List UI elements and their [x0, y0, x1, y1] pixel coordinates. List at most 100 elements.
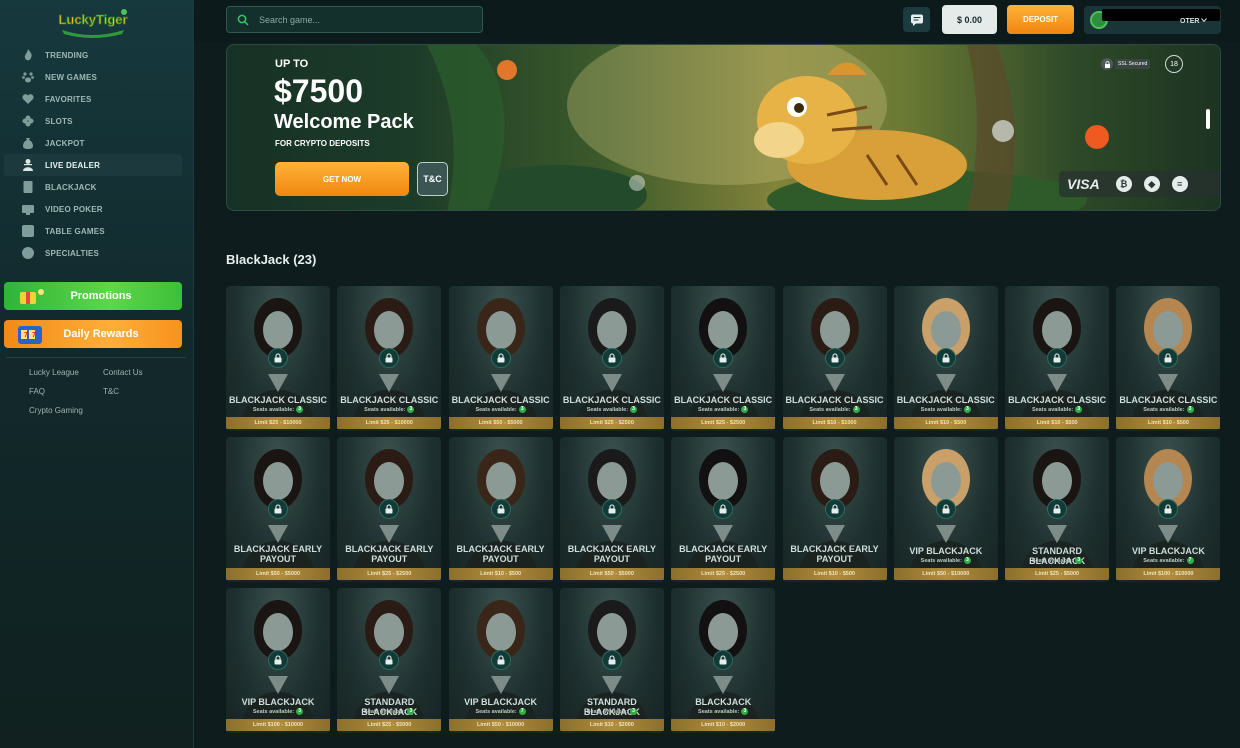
seats-label: Seats available:: [475, 406, 517, 413]
bet-limit: Limit $10 - $2000: [671, 719, 776, 731]
video-poker-icon: [20, 201, 36, 217]
game-card[interactable]: BLACKJACK CLASSIC Seats available: 3 Limit …: [671, 286, 776, 431]
game-card[interactable]: STANDARD BLACKJACK Seats available: 3 Limit…: [1005, 437, 1110, 582]
seats-label: Seats available:: [586, 708, 629, 715]
lock-icon: [268, 499, 288, 519]
playing-card-icon: [20, 179, 36, 195]
banner-scroll-indicator[interactable]: [1206, 109, 1210, 129]
game-card[interactable]: VIP BLACKJACK Seats available: 3 Limit $50 …: [893, 437, 998, 582]
promotions-label: Promotions: [70, 290, 132, 302]
gift-icon: [20, 289, 44, 304]
seats-label: Seats available:: [698, 708, 740, 715]
daily-rewards-button[interactable]: 7 7 Daily Rewards: [4, 320, 182, 348]
search-input[interactable]: [259, 14, 459, 25]
sidebar-item-video-poker[interactable]: VIDEO POKER: [0, 198, 194, 220]
sidebar-item-favorites[interactable]: FAVORITES: [0, 88, 194, 110]
game-card[interactable]: BLACKJACK EARLY PAYOUT Limit $25 - $2500: [337, 437, 442, 582]
lucky-tiger-logo[interactable]: LuckyTiger: [52, 4, 134, 38]
game-card[interactable]: BLACKJACK Seats available: 3 Limit $10 - $2…: [671, 588, 776, 733]
lock-icon: [490, 499, 511, 519]
sidebar-item-label: LIVE DEALER: [45, 160, 101, 170]
game-card[interactable]: BLACKJACK CLASSIC Seats available: 3 Limit …: [448, 286, 553, 431]
banner-up-to: UP TO: [275, 58, 309, 70]
game-card[interactable]: BLACKJACK CLASSIC Seats available: 3 Limit …: [1116, 286, 1221, 431]
seats-label: Seats available:: [1031, 406, 1074, 413]
payment-methods: VISA ₿ ◆ ≡: [1059, 171, 1219, 197]
lucky-league-link[interactable]: Lucky League: [29, 368, 79, 377]
seats-available: Seats available: 7: [449, 708, 553, 715]
sidebar-item-label: SLOTS: [45, 116, 73, 126]
seats-available: Seats available: 3: [894, 406, 998, 413]
seats-label: Seats available:: [920, 557, 962, 564]
seats-label: Seats available:: [1143, 557, 1185, 564]
bet-limit: Limit $10 - $500: [448, 568, 553, 580]
game-card[interactable]: BLACKJACK EARLY PAYOUT Limit $10 - $500: [782, 437, 887, 582]
game-card[interactable]: BLACKJACK EARLY PAYOUT Limit $50 - $5000: [226, 437, 330, 582]
contact-us-link[interactable]: Contact Us: [103, 368, 143, 377]
lock-icon: [935, 348, 956, 368]
game-card[interactable]: VIP BLACKJACK Seats available: 3 Limit $100…: [226, 588, 330, 733]
game-name: BLACKJACK CLASSIC: [451, 395, 550, 405]
clover-icon: [20, 113, 36, 129]
sidebar-item-label: TABLE GAMES: [45, 226, 105, 236]
game-card[interactable]: BLACKJACK EARLY PAYOUT Limit $10 - $500: [448, 437, 553, 582]
gear-chip-icon: [20, 245, 36, 261]
seats-available: Seats available: 3: [337, 406, 441, 413]
seats-label: Seats available:: [1143, 406, 1185, 413]
promotions-button[interactable]: Promotions: [4, 282, 182, 310]
game-card[interactable]: BLACKJACK CLASSIC Seats available: 3 Limit …: [893, 286, 998, 431]
sidebar-item-new-games[interactable]: NEW GAMES: [0, 66, 194, 88]
chat-button[interactable]: [903, 7, 930, 32]
user-menu[interactable]: OTER: [1084, 6, 1221, 34]
game-name: BLACKJACK CLASSIC: [674, 395, 773, 405]
sidebar-item-slots[interactable]: SLOTS: [0, 110, 194, 132]
sidebar-item-live-dealer[interactable]: LIVE DEALER: [4, 154, 182, 176]
seats-label: Seats available:: [809, 406, 851, 413]
game-card[interactable]: BLACKJACK CLASSIC Seats available: 3 Limit …: [226, 286, 330, 431]
game-card[interactable]: BLACKJACK CLASSIC Seats available: 3 Limit …: [782, 286, 887, 431]
bet-limit: Limit $25 - $2500: [671, 568, 776, 580]
game-card[interactable]: BLACKJACK EARLY PAYOUT Limit $50 - $5000: [559, 437, 664, 582]
sidebar-item-trending[interactable]: TRENDING: [0, 44, 194, 66]
sidebar-item-label: TRENDING: [45, 50, 89, 60]
get-now-button[interactable]: GET NOW: [275, 162, 409, 196]
sidebar-item-blackjack[interactable]: BLACKJACK: [0, 176, 194, 198]
crypto-gaming-link[interactable]: Crypto Gaming: [29, 406, 83, 415]
deposit-button[interactable]: DEPOSIT: [1007, 5, 1074, 34]
seats-label: Seats available:: [475, 708, 517, 715]
top-bar: $ 0.00 DEPOSIT OTER: [194, 0, 1240, 42]
balance-display[interactable]: $ 0.00: [942, 5, 997, 34]
chat-icon: [910, 14, 923, 26]
game-card[interactable]: VIP BLACKJACK Seats available: 7 Limit $50 …: [448, 588, 553, 733]
bet-limit: Limit $50 - $10000: [448, 719, 553, 731]
sidebar-item-table-games[interactable]: TABLE GAMES: [0, 220, 194, 242]
ethereum-icon: ◆: [1143, 176, 1160, 192]
faq-link[interactable]: FAQ: [29, 387, 45, 396]
game-card[interactable]: VIP BLACKJACK Seats available: 7 Limit $100…: [1116, 437, 1221, 582]
tc-link[interactable]: T&C: [103, 387, 119, 396]
svg-text:7: 7: [32, 332, 36, 339]
game-name: BLACKJACK EARLY PAYOUT: [456, 544, 545, 564]
sidebar: LuckyTiger TRENDING NEW GAMES FAVORITES SLO…: [0, 0, 194, 748]
search-icon: [237, 14, 249, 26]
ssl-label: SSL Secured: [1115, 59, 1151, 69]
seats-count-badge: 7: [518, 708, 526, 715]
seats-count-badge: 3: [518, 406, 526, 413]
sidebar-item-specialties[interactable]: SPECIALTIES: [0, 242, 194, 264]
game-card[interactable]: STANDARD BLACKJACK Seats available: 3 Limit…: [559, 588, 664, 733]
game-card[interactable]: BLACKJACK CLASSIC Seats available: 3 Limit …: [559, 286, 664, 431]
search-box[interactable]: [226, 6, 483, 33]
lock-icon: [1047, 499, 1068, 519]
game-card[interactable]: BLACKJACK CLASSIC Seats available: 3 Limit …: [337, 286, 442, 431]
seats-label: Seats available:: [698, 406, 740, 413]
banner-amount: $7500: [274, 73, 363, 109]
bet-limit: Limit $100 - $10000: [226, 719, 330, 731]
bet-limit: Limit $25 - $2500: [337, 568, 442, 580]
game-card[interactable]: BLACKJACK EARLY PAYOUT Limit $25 - $2500: [671, 437, 776, 582]
banner-tc-button[interactable]: T&C: [417, 162, 448, 196]
game-card[interactable]: BLACKJACK CLASSIC Seats available: 3 Limit …: [1005, 286, 1110, 431]
sidebar-item-label: SPECIALTIES: [45, 248, 100, 258]
welcome-banner[interactable]: UP TO $7500 Welcome Pack FOR CRYPTO DEPO…: [226, 44, 1221, 211]
sidebar-item-jackpot[interactable]: JACKPOT: [0, 132, 194, 154]
game-card[interactable]: STANDARD BLACKJACK Seats available: 3 Limit…: [337, 588, 442, 733]
